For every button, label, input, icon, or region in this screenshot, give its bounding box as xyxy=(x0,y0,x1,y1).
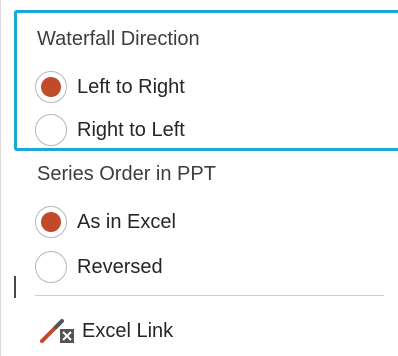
excel-link-icon xyxy=(38,317,78,345)
panel-edge-marker xyxy=(14,276,16,298)
radio-dot xyxy=(41,77,61,97)
radio-reversed[interactable]: Reversed xyxy=(35,250,163,284)
radio-as-in-excel[interactable]: As in Excel xyxy=(35,205,176,239)
excel-link-button[interactable]: Excel Link xyxy=(38,316,173,346)
radio-button-selected[interactable] xyxy=(35,71,67,103)
radio-reversed-label: Reversed xyxy=(77,255,163,278)
radio-left-to-right[interactable]: Left to Right xyxy=(35,70,185,104)
radio-as-in-excel-label: As in Excel xyxy=(77,210,176,233)
radio-right-to-left[interactable]: Right to Left xyxy=(35,113,185,147)
waterfall-direction-title: Waterfall Direction xyxy=(37,28,200,50)
radio-button-selected[interactable] xyxy=(35,206,67,238)
series-order-title: Series Order in PPT xyxy=(37,163,216,185)
radio-button-unselected[interactable] xyxy=(35,114,67,146)
section-divider xyxy=(35,295,384,296)
radio-dot xyxy=(41,212,61,232)
radio-right-to-left-label: Right to Left xyxy=(77,118,185,141)
radio-left-to-right-label: Left to Right xyxy=(77,75,185,98)
excel-link-label: Excel Link xyxy=(82,319,174,342)
waterfall-options-panel: Waterfall Direction Left to Right Right … xyxy=(0,0,398,356)
radio-button-unselected[interactable] xyxy=(35,251,67,283)
panel-left-edge xyxy=(0,0,1,356)
